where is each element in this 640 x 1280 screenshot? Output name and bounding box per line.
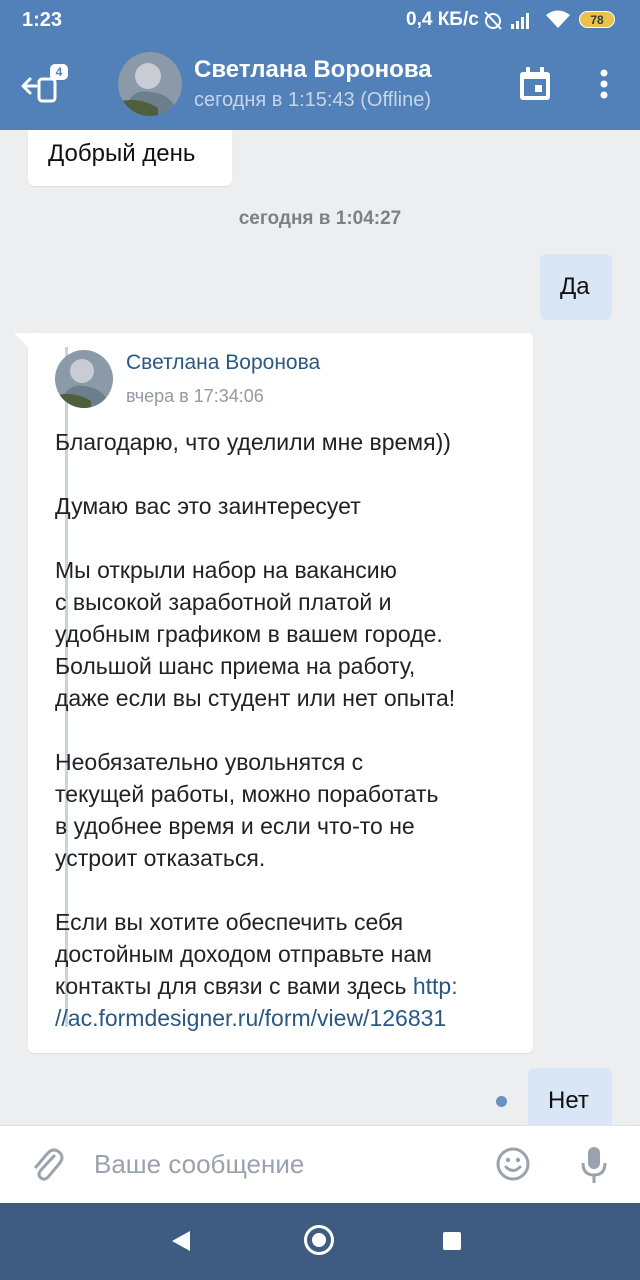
incoming-message[interactable]: Добрый день <box>28 130 232 186</box>
top-bar: 1:23 0,4 КБ/с 78 4 Светлана Воронова сег <box>0 0 640 130</box>
link-part-1[interactable]: http: <box>413 973 458 999</box>
wifi-icon <box>546 10 570 28</box>
paragraph-line: текущей работы, можно поработать <box>55 781 439 807</box>
chat-history[interactable]: Добрый день сегодня в 1:04:27 Да Светлан… <box>0 130 640 1125</box>
microphone-icon <box>581 1147 607 1183</box>
contact-name[interactable]: Светлана Воронова <box>194 56 432 84</box>
nav-back-icon[interactable] <box>170 1229 192 1253</box>
outgoing-message[interactable]: Нет <box>528 1068 612 1125</box>
paragraph-line: контакты для связи с вами здесь <box>55 973 413 999</box>
paragraph-line: удобным графиком в вашем городе. <box>55 621 443 647</box>
unread-count-badge: 4 <box>50 64 68 80</box>
contact-avatar[interactable] <box>118 52 182 116</box>
smiley-icon <box>496 1147 530 1181</box>
voice-message-button[interactable] <box>580 1145 608 1185</box>
message-text: Добрый день <box>48 140 196 167</box>
network-speed: 0,4 КБ/с <box>406 9 479 30</box>
paragraph-line: достойным доходом отправьте нам <box>55 941 432 967</box>
calendar-button[interactable] <box>518 66 552 102</box>
paragraph-line: Необязательно увольнятся с <box>55 749 364 775</box>
paragraph-line: Если вы хотите обеспечить себя <box>55 909 404 935</box>
attach-button[interactable] <box>30 1146 64 1184</box>
system-navigation-bar <box>0 1203 640 1280</box>
message-text: Нет <box>548 1087 589 1114</box>
outgoing-message[interactable]: Да <box>540 254 612 320</box>
date-separator: сегодня в 1:04:27 <box>238 208 402 229</box>
forwarded-time: вчера в 17:34:06 <box>126 386 264 406</box>
contact-status: сегодня в 1:15:43 (Offline) <box>194 89 431 111</box>
battery-indicator: 78 <box>579 11 615 28</box>
link-part-2[interactable]: //ac.formdesigner.ru/form/view/126831 <box>55 1005 446 1031</box>
alarm-off-icon <box>484 11 502 30</box>
avatar-photo <box>118 52 182 116</box>
avatar-photo <box>55 350 113 408</box>
more-options-button[interactable] <box>592 66 616 102</box>
message-composer <box>0 1125 640 1204</box>
nav-home-icon[interactable] <box>304 1225 334 1255</box>
signal-icon <box>511 13 529 29</box>
message-input[interactable] <box>94 1144 474 1184</box>
status-time: 1:23 <box>22 9 63 31</box>
paperclip-icon <box>34 1148 64 1181</box>
emoji-button[interactable] <box>496 1147 530 1181</box>
paragraph-line: Мы открыли набор на вакансию <box>55 557 397 583</box>
forwarded-author-avatar[interactable] <box>55 350 113 408</box>
nav-recent-apps-icon[interactable] <box>443 1232 461 1250</box>
calendar-icon <box>520 67 550 100</box>
paragraph-line: Думаю вас это заинтересует <box>55 493 361 519</box>
paragraph-line: в удобнее время и если что-то не <box>55 813 415 839</box>
status-bar: 1:23 0,4 КБ/с 78 <box>0 0 640 40</box>
paragraph-line: с высокой заработной платой и <box>55 589 392 615</box>
paragraph-line: Благодарю, что уделили мне время)) <box>55 429 451 455</box>
more-vertical-icon <box>600 69 608 99</box>
forwarded-author-name[interactable]: Светлана Воронова <box>126 351 320 375</box>
paragraph-line: устроит отказаться. <box>55 845 266 871</box>
paragraph-line: Большой шанс приема на работу, <box>55 653 416 679</box>
back-button[interactable]: 4 <box>20 64 70 108</box>
message-text: Да <box>560 273 590 300</box>
forwarded-message-body: Благодарю, что уделили мне время)) Думаю… <box>55 426 525 1034</box>
unread-indicator <box>496 1096 507 1107</box>
paragraph-line: даже если вы студент или нет опыта! <box>55 685 456 711</box>
